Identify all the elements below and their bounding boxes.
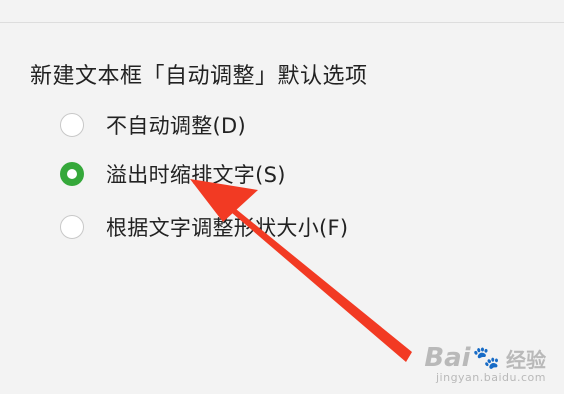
watermark-url: jingyan.baidu.com (435, 371, 546, 384)
baidu-jingyan-watermark: Bai 🐾 经验 jingyan.baidu.com (424, 343, 546, 384)
arrow-head (190, 179, 258, 222)
watermark-brand-suffix: 经验 (506, 347, 546, 372)
paw-icon: 🐾 (472, 345, 500, 371)
watermark-brand: Bai (424, 343, 471, 373)
red-arrow-annotation (190, 179, 412, 362)
